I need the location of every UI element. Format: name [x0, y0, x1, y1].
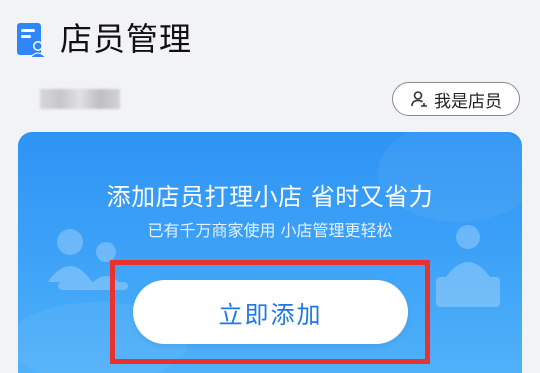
page-title: 店员管理	[60, 20, 193, 58]
i-am-staff-button[interactable]: 我是店员	[392, 82, 520, 116]
banner-title: 添加店员打理小店 省时又省力	[106, 183, 434, 211]
banner-subtitle: 已有千万商家使用 小店管理更轻松	[147, 221, 393, 240]
i-am-staff-label: 我是店员	[434, 91, 502, 112]
document-user-icon	[17, 23, 46, 57]
add-now-button[interactable]: 立即添加	[133, 280, 408, 344]
add-now-label: 立即添加	[218, 300, 323, 329]
blurred-store-name	[40, 89, 120, 109]
header: 店员管理	[0, 0, 540, 80]
person-icon	[411, 91, 427, 107]
